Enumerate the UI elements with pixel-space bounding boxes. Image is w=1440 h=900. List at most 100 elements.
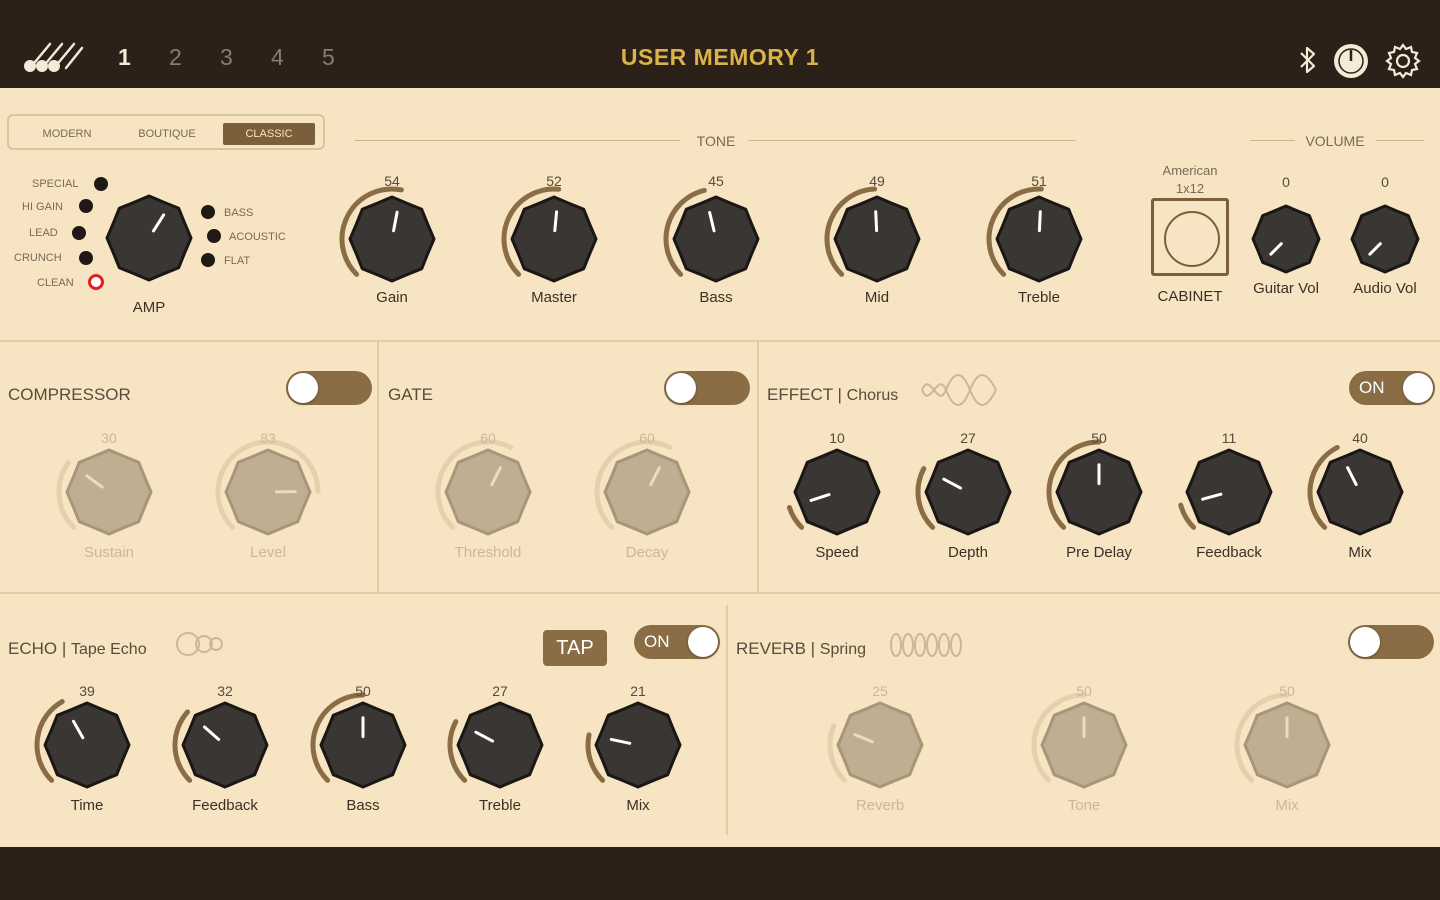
compressor-toggle[interactable] — [286, 371, 372, 405]
memory-tab-5[interactable]: 5 — [322, 44, 335, 71]
effect-title[interactable]: EFFECT | Chorus — [767, 385, 898, 405]
amp-mode-label-crunch: CRUNCH — [14, 252, 62, 264]
guitar-logo-icon[interactable] — [22, 38, 86, 74]
gate-decay-knob — [590, 435, 704, 549]
memory-title[interactable]: USER MEMORY 1 — [520, 44, 920, 71]
amp-mode-higain[interactable] — [79, 199, 93, 213]
echo-time-value: 39 — [79, 683, 95, 699]
memory-tab-4[interactable]: 4 — [271, 44, 284, 71]
echo-feedback-label: Feedback — [192, 797, 258, 814]
amp-mode-label-lead: LEAD — [29, 227, 58, 239]
reverb-toggle[interactable] — [1348, 625, 1434, 659]
gate-toggle[interactable] — [664, 371, 750, 405]
bluetooth-icon[interactable] — [1297, 45, 1319, 75]
reverb-mix-value: 50 — [1279, 683, 1295, 699]
effect-feedback-knob[interactable] — [1172, 435, 1286, 549]
amp-mode-label-flat: FLAT — [224, 255, 251, 267]
reverb-tone-label: Tone — [1067, 797, 1101, 814]
amp-type-modern[interactable]: MODERN — [23, 123, 111, 145]
echo-treble-knob[interactable] — [443, 688, 557, 802]
speaker-icon — [1164, 211, 1220, 267]
volume-audio-vol-knob[interactable] — [1337, 191, 1433, 287]
effect-speed-label: Speed — [815, 544, 859, 561]
amp-type-classic[interactable]: CLASSIC — [223, 123, 315, 145]
bottom-bar — [0, 847, 1440, 900]
echo-bass-label: Bass — [346, 797, 380, 814]
compressor-sustain-knob — [52, 435, 166, 549]
echo-toggle[interactable]: ON — [634, 625, 720, 659]
echo-feedback-knob[interactable] — [168, 688, 282, 802]
reverb-title-prefix: REVERB | — [736, 639, 820, 658]
tone-mid-label: Mid — [864, 289, 890, 306]
effect-mix-label: Mix — [1348, 544, 1372, 561]
echo-title[interactable]: ECHO | Tape Echo — [8, 639, 147, 659]
reverb-title[interactable]: REVERB | Spring — [736, 639, 866, 659]
effect-on-label: ON — [1359, 378, 1385, 397]
amp-mode-label-acoustic: ACOUSTIC — [229, 231, 286, 243]
gear-icon[interactable] — [1384, 42, 1422, 80]
effect-title-prefix: EFFECT | — [767, 385, 847, 404]
memory-tab-2[interactable]: 2 — [169, 44, 182, 71]
chorus-wave-icon — [921, 374, 997, 406]
reverb-reverb-knob — [823, 688, 937, 802]
reverb-reverb-value: 25 — [872, 683, 888, 699]
tone-treble-value: 51 — [1031, 173, 1047, 189]
tone-master-knob[interactable] — [497, 182, 611, 296]
tone-bass-knob[interactable] — [659, 182, 773, 296]
gate-title: GATE — [388, 385, 434, 404]
echo-mix-knob[interactable] — [581, 688, 695, 802]
memory-tab-3[interactable]: 3 — [220, 44, 233, 71]
echo-mix-value: 21 — [630, 683, 646, 699]
tuner-icon[interactable] — [1332, 42, 1370, 80]
volume-guitar-vol-knob[interactable] — [1238, 191, 1334, 287]
tone-gain-value: 54 — [384, 173, 400, 189]
effect-toggle[interactable]: ON — [1349, 371, 1435, 405]
memory-tab-1[interactable]: 1 — [118, 44, 131, 71]
gate-decay-value: 60 — [639, 430, 655, 446]
tone-bass-value: 45 — [708, 173, 724, 189]
effect-depth-label: Depth — [947, 544, 989, 561]
reverb-type: Spring — [819, 641, 867, 658]
tap-tempo-button[interactable]: TAP — [543, 630, 607, 666]
gate-decay-label: Decay — [625, 544, 669, 561]
toggle-thumb — [1403, 373, 1433, 403]
tone-gain-knob[interactable] — [335, 182, 449, 296]
toggle-thumb — [666, 373, 696, 403]
reverb-reverb-label: Reverb — [855, 797, 905, 814]
compressor-level-value: 83 — [260, 430, 276, 446]
amp-type-boutique[interactable]: BOUTIQUE — [123, 123, 211, 145]
effect-feedback-value: 11 — [1221, 430, 1237, 446]
amp-mode-lead[interactable] — [72, 226, 86, 240]
amp-mode-label-higain: HI GAIN — [22, 201, 63, 213]
effect-pre-delay-value: 50 — [1091, 430, 1107, 446]
effect-speed-knob[interactable] — [780, 435, 894, 549]
compressor-title: COMPRESSOR — [8, 385, 131, 404]
cabinet-selector[interactable] — [1151, 198, 1229, 276]
gate-threshold-label: Threshold — [454, 544, 522, 561]
reverb-tone-value: 50 — [1076, 683, 1092, 699]
reverb-mix-label: Mix — [1275, 797, 1299, 814]
echo-treble-label: Treble — [479, 797, 521, 814]
effect-depth-value: 27 — [960, 430, 976, 446]
echo-bass-knob[interactable] — [306, 688, 420, 802]
effect-speed-value: 10 — [829, 430, 845, 446]
toggle-thumb — [288, 373, 318, 403]
amp-selector-knob[interactable] — [92, 181, 206, 295]
volume-section-label: VOLUME — [1305, 133, 1365, 149]
reverb-mix-knob — [1230, 688, 1344, 802]
reverb-tone-knob — [1027, 688, 1141, 802]
compressor-level-knob — [211, 435, 325, 549]
tone-gain-label: Gain — [376, 289, 408, 306]
tone-treble-knob[interactable] — [982, 182, 1096, 296]
effect-feedback-label: Feedback — [1196, 544, 1262, 561]
tone-treble-label: Treble — [1018, 289, 1060, 306]
effect-type: Chorus — [846, 387, 899, 404]
effect-mix-knob[interactable] — [1303, 435, 1417, 549]
effect-depth-knob[interactable] — [911, 435, 1025, 549]
echo-time-knob[interactable] — [30, 688, 144, 802]
amp-mode-crunch[interactable] — [79, 251, 93, 265]
amp-mode-acoustic[interactable] — [207, 229, 221, 243]
compressor-level-label: Level — [250, 544, 286, 561]
tone-mid-knob[interactable] — [820, 182, 934, 296]
effect-pre-delay-knob[interactable] — [1042, 435, 1156, 549]
